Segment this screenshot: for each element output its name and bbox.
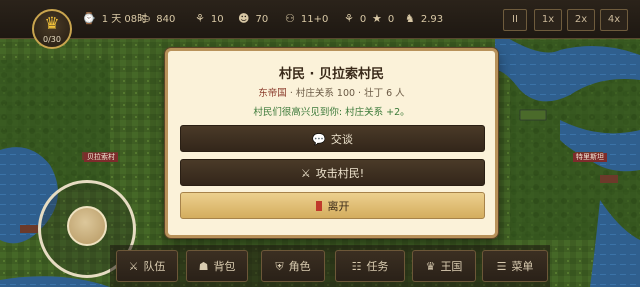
swords-icon: ⚔ xyxy=(128,260,139,273)
backpack-icon: ☗ xyxy=(198,260,209,273)
joystick-handle[interactable] xyxy=(67,206,107,246)
map-label-town[interactable]: 特里斯坦 xyxy=(573,153,607,162)
medal-icon: ⚘ xyxy=(344,12,354,25)
faction-name: 东帝国 xyxy=(258,88,287,99)
leave-button[interactable]: 离开 xyxy=(180,192,485,219)
dialog-subtitle: 东帝国 · 村庄关系 100 · 壮丁 6 人 xyxy=(168,85,495,99)
attack-villagers-button[interactable]: ⚔ 攻击村民! xyxy=(180,159,485,186)
time-stat: ⌚ 1 天 08时 xyxy=(82,12,148,25)
medal-stat: ⚘ 0 xyxy=(344,12,367,25)
speech-bubble-icon: 💬 xyxy=(312,133,326,146)
speed-2x-button[interactable]: 2x xyxy=(567,9,595,31)
people-icon: ⚇ xyxy=(285,12,295,25)
backpack-button[interactable]: ☗ 背包 xyxy=(186,250,248,282)
speed-1x-button[interactable]: 1x xyxy=(534,9,562,31)
menu-button[interactable]: ☰ 菜单 xyxy=(482,250,548,282)
kingdom-button[interactable]: ♛ 王国 xyxy=(412,250,476,282)
pause-button[interactable]: II xyxy=(503,9,527,31)
horse-icon: ♞ xyxy=(405,12,415,25)
gold-stat: ⛀ 840 xyxy=(141,12,176,25)
star-icon: ★ xyxy=(372,12,382,25)
renown-stat: ★ 0 xyxy=(372,12,395,25)
village-dialog: 村民 · 贝拉索村民 东帝国 · 村庄关系 100 · 壮丁 6 人 村民们很高… xyxy=(165,48,498,238)
smiley-icon: ☻ xyxy=(238,12,250,25)
map-label-village[interactable]: 贝拉索村 xyxy=(84,153,118,162)
food-stat: ⚘ 10 xyxy=(195,12,224,25)
money-bag-icon: ⛀ xyxy=(141,12,151,25)
dialog-title: 村民 · 贝拉索村民 xyxy=(279,67,384,82)
party-button[interactable]: ⚔ 队伍 xyxy=(116,250,178,282)
scroll-icon: ☷ xyxy=(351,260,362,273)
clock-icon: ⌚ xyxy=(82,12,96,25)
villager-count: 0/30 xyxy=(43,35,61,44)
wheat-icon: ⚘ xyxy=(195,12,205,25)
quests-button[interactable]: ☷ 任务 xyxy=(335,250,405,282)
kingdom-badge[interactable]: ♛ 0/30 xyxy=(32,9,72,49)
exit-door-icon xyxy=(315,201,322,211)
shield-icon: ⛨ xyxy=(275,260,284,273)
crown-icon: ♛ xyxy=(44,14,60,34)
speed-stat: ♞ 2.93 xyxy=(405,12,444,25)
crown-icon: ♛ xyxy=(425,260,436,273)
speed-4x-button[interactable]: 4x xyxy=(600,9,628,31)
character-button[interactable]: ⛨ 角色 xyxy=(261,250,325,282)
morale-stat: ☻ 70 xyxy=(238,12,269,25)
talk-button[interactable]: 💬 交谈 xyxy=(180,125,485,152)
village-relation: · 村庄关系 100 · 壮丁 6 人 xyxy=(289,88,405,99)
crossed-swords-icon: ⚔ xyxy=(300,167,311,180)
menu-icon: ☰ xyxy=(496,260,507,273)
troops-stat: ⚇ 11+0 xyxy=(285,12,329,25)
dialog-message: 村民们很高兴见到你: 村庄关系 +2。 xyxy=(253,107,410,118)
